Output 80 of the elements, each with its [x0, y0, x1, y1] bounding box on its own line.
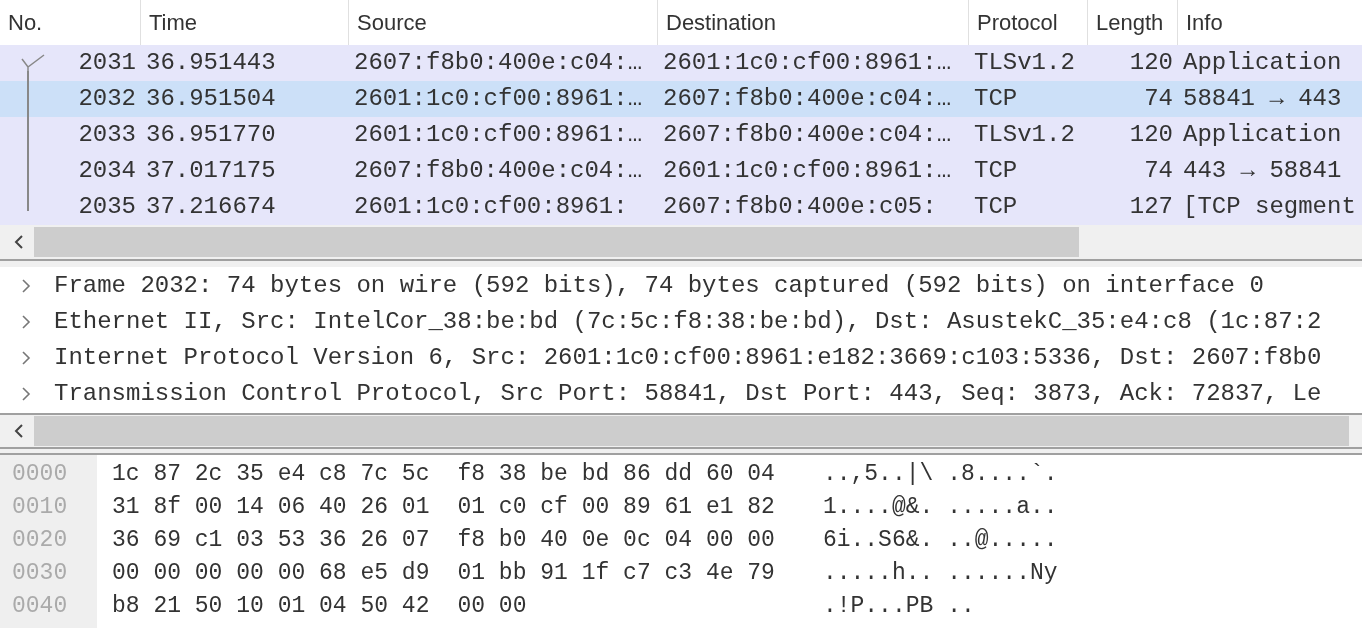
- column-header[interactable]: Source: [357, 6, 427, 39]
- table-cell-text: TCP: [974, 84, 1018, 114]
- expand-chevron-icon[interactable]: [20, 279, 32, 293]
- table-cell-text: Application: [1183, 48, 1342, 78]
- table-cell-text: 2035: [78, 192, 136, 222]
- table-cell-text: 37.017175: [146, 156, 276, 186]
- scroll-left-icon[interactable]: [14, 424, 24, 438]
- scrollbar-thumb[interactable]: [34, 227, 1079, 257]
- column-header[interactable]: Protocol: [977, 6, 1058, 39]
- column-header[interactable]: Destination: [666, 6, 777, 39]
- table-cell-text: 2607:f8b0:400e:c04:…: [663, 120, 952, 150]
- packet-row[interactable]: 2032 36.951504 2601:1c0:cf00:8961:… 2607:f8b0:400e:c04:… TCP 74 58841 → 443: [0, 81, 1362, 117]
- table-cell-text: TCP: [974, 192, 1018, 222]
- table-cell-text: 2607:f8b0:400e:c05:: [663, 192, 937, 222]
- table-cell-text: TCP: [974, 156, 1018, 186]
- column-header[interactable]: Info: [1186, 6, 1223, 39]
- table-cell-text: TLSv1.2: [974, 120, 1075, 150]
- table-cell-text: 58841 → 443: [1183, 84, 1342, 114]
- hex-bytes: 36 69 c1 03 53 36 26 07: [112, 526, 430, 555]
- packet-row[interactable]: 2031 36.951443 2607:f8b0:400e:c04:… 2601:1c0:cf00:8961:… TLSv1.2 120 Application: [0, 45, 1362, 81]
- hex-offset: 0040: [12, 592, 69, 621]
- table-cell-text: [TCP segment: [1183, 192, 1356, 222]
- hex-bytes: 31 8f 00 14 06 40 26 01: [112, 493, 430, 522]
- table-cell-text: 2607:f8b0:400e:c04:…: [663, 84, 952, 114]
- scroll-left-icon[interactable]: [14, 235, 24, 249]
- hex-offset: 0000: [12, 460, 69, 489]
- table-cell-text: TLSv1.2: [974, 48, 1075, 78]
- scrollbar-thumb[interactable]: [34, 416, 1349, 446]
- table-cell-text: 2607:f8b0:400e:c04:…: [354, 156, 643, 186]
- expand-chevron-icon[interactable]: [20, 351, 32, 365]
- table-cell-text: 2601:1c0:cf00:8961:…: [663, 48, 952, 78]
- packet-row[interactable]: 2033 36.951770 2601:1c0:cf00:8961:… 2607:f8b0:400e:c04:… TLSv1.2 120 Application: [0, 117, 1362, 153]
- expand-chevron-icon[interactable]: [20, 387, 32, 401]
- hex-bytes: 00 00 00 00 00 68 e5 d9: [112, 559, 430, 588]
- table-cell-text: 37.216674: [146, 192, 276, 222]
- expand-chevron-icon[interactable]: [20, 315, 32, 329]
- ascii-dump: .....h.. ......Ny: [822, 560, 1058, 586]
- hex-bytes: 1c 87 2c 35 e4 c8 7c 5c: [112, 460, 430, 489]
- ascii-dump: .!P...PB ..: [822, 593, 975, 619]
- detail-item[interactable]: Ethernet II, Src: IntelCor_38:be:bd (7c:5c:f8:38:be:bd), Dst: AsustekC_35:e4:c8 (1c:87:2: [54, 304, 1322, 340]
- detail-item[interactable]: Transmission Control Protocol, Src Port: 58841, Dst Port: 443, Seq: 3873, Ack: 72837, Le: [54, 376, 1322, 412]
- column-header[interactable]: Time: [149, 6, 198, 39]
- hex-offset: 0030: [12, 559, 69, 588]
- ascii-dump: 6i..S6&. ..@.....: [822, 527, 1058, 553]
- table-cell-text: 2601:1c0:cf00:8961:…: [354, 120, 643, 150]
- packet-row[interactable]: 2034 37.017175 2607:f8b0:400e:c04:… 2601:1c0:cf00:8961:… TCP 74 443 → 58841: [0, 153, 1362, 189]
- hex-bytes: b8 21 50 10 01 04 50 42: [112, 592, 430, 621]
- table-cell-text: 443 → 58841: [1183, 156, 1342, 186]
- hex-bytes: 00 00: [457, 592, 527, 621]
- column-header[interactable]: No.: [8, 6, 43, 39]
- column-header[interactable]: Length: [1096, 6, 1164, 39]
- ascii-dump: 1....@&. .....a..: [822, 494, 1058, 520]
- table-cell-text: 127: [1129, 192, 1173, 222]
- table-cell-text: 74: [1144, 84, 1173, 114]
- hex-bytes: f8 38 be bd 86 dd 60 04: [457, 460, 775, 489]
- detail-item[interactable]: Frame 2032: 74 bytes on wire (592 bits), 74 bytes captured (592 bits) on interface 0: [54, 268, 1264, 304]
- splitter-bar[interactable]: [0, 449, 1362, 455]
- table-cell-text: 120: [1129, 120, 1173, 150]
- table-cell-text: Application: [1183, 120, 1342, 150]
- packet-row[interactable]: 2035 37.216674 2601:1c0:cf00:8961: 2607:f8b0:400e:c05: TCP 127 [TCP segment: [0, 189, 1362, 225]
- table-cell-text: 2601:1c0:cf00:8961:…: [663, 156, 952, 186]
- hex-offset: 0020: [12, 526, 69, 555]
- hex-bytes: f8 b0 40 0e 0c 04 00 00: [457, 526, 775, 555]
- table-cell-text: 120: [1129, 48, 1173, 78]
- table-cell-text: 2601:1c0:cf00:8961:…: [354, 84, 643, 114]
- detail-item[interactable]: Internet Protocol Version 6, Src: 2601:1c0:cf00:8961:e182:3669:c103:5336, Dst: 2607:f8b0: [54, 340, 1322, 376]
- hex-bytes: 01 c0 cf 00 89 61 e1 82: [457, 493, 775, 522]
- table-cell-text: 2031: [78, 48, 136, 78]
- table-cell-text: 2033: [78, 120, 136, 150]
- hex-offset: 0010: [12, 493, 69, 522]
- table-cell-text: 2607:f8b0:400e:c04:…: [354, 48, 643, 78]
- table-cell-text: 2601:1c0:cf00:8961:: [354, 192, 628, 222]
- table-cell-text: 2032: [78, 84, 136, 114]
- table-cell-text: 36.951443: [146, 48, 276, 78]
- ascii-dump: ..,5..|\ .8....`.: [822, 461, 1058, 487]
- table-cell-text: 74: [1144, 156, 1173, 186]
- table-cell-text: 36.951504: [146, 84, 276, 114]
- hex-bytes: 01 bb 91 1f c7 c3 4e 79: [457, 559, 775, 588]
- table-cell-text: 2034: [78, 156, 136, 186]
- table-cell-text: 36.951770: [146, 120, 276, 150]
